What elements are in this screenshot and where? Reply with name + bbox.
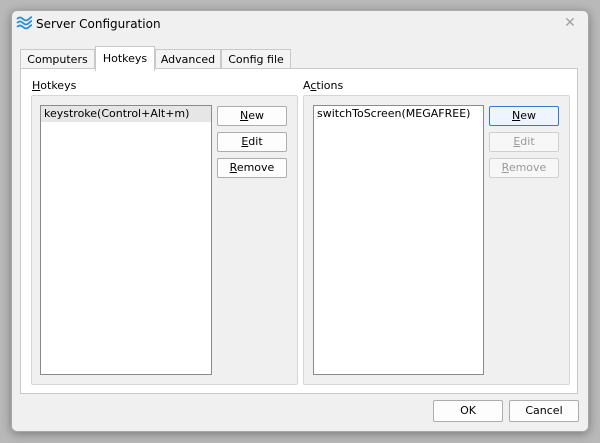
tab-label: Computers [27, 53, 88, 66]
tab-label: Hotkeys [102, 52, 148, 65]
action-edit-button[interactable]: Edit [489, 132, 559, 152]
tab-label: Advanced [160, 53, 216, 66]
hotkey-new-button[interactable]: New [217, 106, 287, 126]
action-new-button[interactable]: New [489, 106, 559, 126]
server-configuration-dialog: Server Configuration ✕ Computers Hotkeys… [11, 10, 589, 432]
tab-config-file[interactable]: Config file [221, 49, 291, 69]
list-item[interactable]: keystroke(Control+Alt+m) [41, 106, 211, 122]
cancel-button[interactable]: Cancel [509, 400, 579, 422]
wave-logo-icon [16, 16, 32, 30]
tab-hotkeys[interactable]: Hotkeys [95, 46, 155, 71]
tab-advanced[interactable]: Advanced [155, 49, 221, 69]
hotkeys-group-label: Hotkeys [32, 79, 77, 92]
actions-list[interactable]: switchToScreen(MEGAFREE) [313, 105, 484, 375]
action-remove-button[interactable]: Remove [489, 158, 559, 178]
window-title: Server Configuration [36, 17, 161, 31]
tab-computers[interactable]: Computers [20, 49, 95, 69]
actions-group-label: Actions [303, 79, 344, 92]
close-icon[interactable]: ✕ [560, 13, 580, 33]
title-bar[interactable]: Server Configuration ✕ [12, 11, 588, 37]
hotkey-edit-button[interactable]: Edit [217, 132, 287, 152]
ok-button[interactable]: OK [433, 400, 503, 422]
hotkey-remove-button[interactable]: Remove [217, 158, 287, 178]
hotkeys-list[interactable]: keystroke(Control+Alt+m) [40, 105, 212, 375]
tab-label: Config file [228, 53, 284, 66]
list-item[interactable]: switchToScreen(MEGAFREE) [314, 106, 483, 122]
